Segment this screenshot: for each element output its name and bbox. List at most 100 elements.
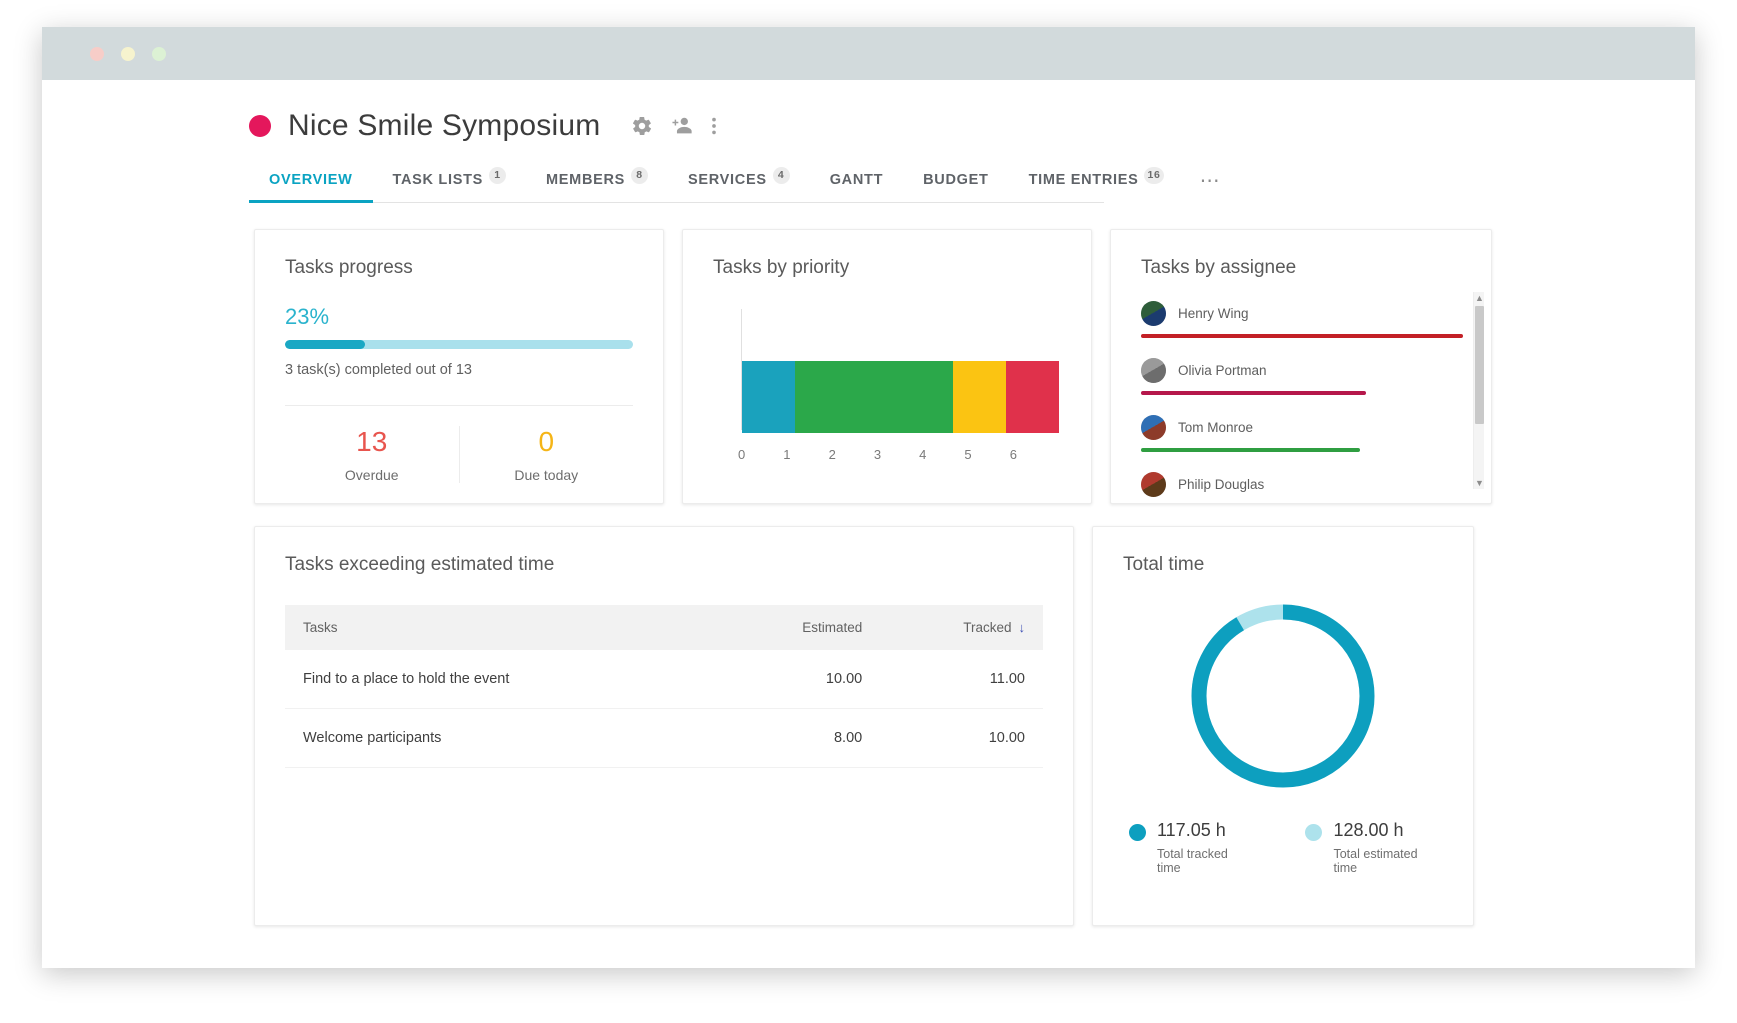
tab-label: BUDGET [923, 172, 988, 188]
app-content: Nice Smile Symposium [42, 80, 1695, 968]
x-tick-label: 2 [829, 447, 874, 462]
x-tick-label: 0 [738, 447, 783, 462]
stat-value: 0 [460, 426, 634, 458]
assignee-bar [1141, 448, 1360, 452]
assignee-bar [1141, 391, 1366, 395]
priority-segment-normal[interactable] [795, 361, 954, 433]
project-header: Nice Smile Symposium [42, 80, 1695, 143]
close-dot[interactable] [90, 47, 104, 61]
avatar [1141, 472, 1166, 497]
column-header-tasks[interactable]: Tasks [285, 605, 720, 650]
tab-task-lists[interactable]: TASK LISTS1 [373, 167, 527, 202]
assignee-name: Tom Monroe [1178, 420, 1253, 435]
tab-label: SERVICES [688, 172, 767, 188]
priority-stacked-bar [742, 361, 1059, 433]
assignee-row[interactable]: Henry Wing [1141, 301, 1463, 338]
x-tick-label: 6 [1010, 447, 1055, 462]
progress-bar-track [285, 340, 633, 349]
cell-tracked: 11.00 [874, 650, 1043, 709]
stat-value: 13 [285, 426, 459, 458]
tab-members[interactable]: MEMBERS 8 [526, 167, 668, 202]
card-title: Tasks progress [285, 257, 633, 279]
card-title: Tasks exceeding estimated time [285, 554, 1043, 576]
donut-chart-wrap [1123, 598, 1443, 794]
gear-icon[interactable] [631, 115, 653, 137]
stat-label: Overdue [285, 467, 459, 483]
tab-gantt[interactable]: GANTT [810, 172, 903, 202]
scroll-up-icon[interactable]: ▲ [1475, 292, 1484, 304]
total-time-donut [1185, 598, 1381, 794]
bottom-cards-row: Tasks exceeding estimated time Tasks Est… [42, 526, 1695, 926]
assignee-row[interactable]: Olivia Portman [1141, 358, 1463, 395]
stat-due-today: 0 Due today [459, 426, 634, 483]
legend-color-dot [1305, 824, 1322, 841]
priority-x-ticks: 0123456 [742, 447, 1059, 462]
stat-label: Due today [460, 467, 634, 483]
total-time-card: Total time 117.05 h Total tracked ti [1092, 526, 1474, 926]
scroll-down-icon[interactable]: ▼ [1475, 477, 1484, 489]
tabs-overflow-icon[interactable]: ⋯ [1184, 174, 1238, 202]
legend-item-estimated: 128.00 h Total estimated time [1305, 820, 1443, 875]
legend-item-tracked: 117.05 h Total tracked time [1129, 820, 1253, 875]
project-color-bullet [249, 115, 271, 137]
page-title: Nice Smile Symposium [288, 109, 600, 143]
stat-overdue: 13 Overdue [285, 426, 459, 483]
minimize-dot[interactable] [121, 47, 135, 61]
tab-badge: 16 [1144, 167, 1163, 184]
table-header-row: Tasks Estimated Tracked ↓ [285, 605, 1043, 650]
avatar [1141, 358, 1166, 383]
main-tabs[interactable]: OVERVIEW TASK LISTS1 MEMBERS8 SERVICES4 … [249, 167, 1104, 203]
legend-color-dot [1129, 824, 1146, 841]
more-vertical-icon[interactable] [711, 115, 717, 137]
tasks-by-assignee-card: Tasks by assignee Henry WingOlivia Portm… [1110, 229, 1492, 504]
tab-overview[interactable]: OVERVIEW [249, 172, 373, 202]
tab-services[interactable]: SERVICES4 [668, 167, 810, 202]
tab-budget[interactable]: BUDGET [903, 172, 1008, 202]
cell-task: Find to a place to hold the event [285, 650, 720, 709]
tab-time-entries[interactable]: TIME ENTRIES16 [1009, 167, 1184, 202]
card-divider [285, 405, 633, 406]
tasks-exceeding-card: Tasks exceeding estimated time Tasks Est… [254, 526, 1074, 926]
x-tick-label: 3 [874, 447, 919, 462]
legend-label: Total tracked time [1157, 847, 1253, 875]
legend-value: 128.00 h [1333, 820, 1443, 841]
tasks-progress-card: Tasks progress 23% 3 task(s) completed o… [254, 229, 664, 504]
assignee-bar [1141, 334, 1463, 338]
table-row[interactable]: Welcome participants8.0010.00 [285, 708, 1043, 767]
maximize-dot[interactable] [152, 47, 166, 61]
priority-segment-high[interactable] [953, 361, 1006, 433]
donut-legend: 117.05 h Total tracked time 128.00 h Tot… [1123, 820, 1443, 875]
tab-label: MEMBERS [546, 172, 625, 188]
sort-descending-icon: ↓ [1019, 620, 1026, 635]
tasks-exceeding-table: Tasks Estimated Tracked ↓ Find to a place… [285, 605, 1043, 768]
assignee-name: Philip Douglas [1178, 477, 1264, 492]
assignee-scrollbar[interactable]: ▲ ▼ [1473, 292, 1484, 489]
table-row[interactable]: Find to a place to hold the event10.0011… [285, 650, 1043, 709]
window-titlebar [42, 27, 1695, 80]
tab-badge: 8 [631, 167, 648, 184]
tab-badge: 1 [489, 167, 506, 184]
column-header-estimated[interactable]: Estimated [720, 605, 875, 650]
progress-stats: 13 Overdue 0 Due today [285, 426, 633, 483]
add-person-icon[interactable] [670, 115, 694, 137]
priority-segment-urgent[interactable] [1006, 361, 1059, 433]
avatar [1141, 301, 1166, 326]
top-cards-row: Tasks progress 23% 3 task(s) completed o… [42, 229, 1695, 504]
assignee-name: Henry Wing [1178, 306, 1249, 321]
avatar [1141, 415, 1166, 440]
priority-segment-low[interactable] [742, 361, 795, 433]
card-title: Total time [1123, 554, 1443, 576]
tab-label: OVERVIEW [269, 172, 353, 188]
progress-subtitle: 3 task(s) completed out of 13 [285, 362, 633, 378]
donut-tracked-arc [1199, 612, 1367, 780]
tasks-by-priority-card: Tasks by priority 0123456 [682, 229, 1092, 504]
column-header-label: Tracked [963, 620, 1011, 635]
column-header-tracked[interactable]: Tracked ↓ [874, 605, 1043, 650]
priority-chart: 0123456 [713, 309, 1061, 464]
card-title: Tasks by priority [713, 257, 1061, 279]
cell-tracked: 10.00 [874, 708, 1043, 767]
scrollbar-thumb[interactable] [1475, 306, 1484, 424]
assignee-name: Olivia Portman [1178, 363, 1267, 378]
assignee-row[interactable]: Philip Douglas [1141, 472, 1463, 497]
assignee-row[interactable]: Tom Monroe [1141, 415, 1463, 452]
